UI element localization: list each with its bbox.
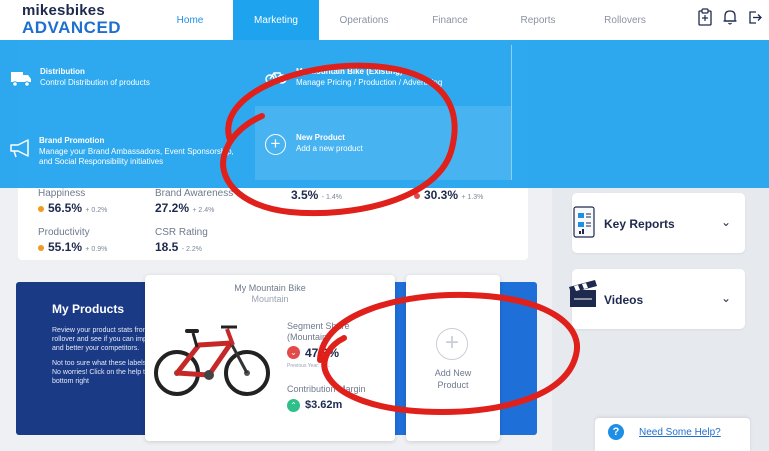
- logo[interactable]: mikesbikes ADVANCED: [22, 3, 121, 36]
- up-arrow-icon: ⌃: [287, 399, 300, 412]
- bike-icon: [265, 72, 287, 84]
- status-dot: [38, 244, 44, 251]
- segment-share-value: 47.3%: [305, 346, 340, 360]
- stat-change: - 2.2%: [181, 246, 202, 253]
- existing-product-title: My Mountain Bike (Existing): [296, 67, 403, 76]
- stat-change: - 1.4%: [321, 194, 342, 201]
- product-card[interactable]: My Mountain Bike Mountain Segment Share …: [145, 275, 395, 441]
- distribution-desc: Control Distribution of products: [40, 78, 150, 87]
- menu-item-brand-promotion[interactable]: Brand Promotion Manage your Brand Ambass…: [8, 136, 248, 167]
- product-name: My Mountain Bike: [234, 283, 306, 293]
- brand-promotion-desc-2: and Social Responsibility initiatives: [39, 157, 164, 166]
- key-reports-card[interactable]: Key Reports ⌄: [572, 193, 745, 253]
- top-bar: mikesbikes ADVANCED Home Marketing Opera…: [0, 0, 769, 40]
- stat-happiness: Happiness 56.5% + 0.2%: [38, 188, 107, 215]
- existing-product-desc: Manage Pricing / Production / Advertisin…: [296, 78, 443, 87]
- menu-item-existing-product[interactable]: My Mountain Bike (Existing) Manage Prici…: [265, 67, 505, 88]
- add-new-line2: Product: [437, 380, 469, 390]
- videos-card[interactable]: Videos ⌄: [569, 269, 745, 329]
- brand-promotion-desc-1: Manage your Brand Ambassadors, Event Spo…: [39, 147, 234, 156]
- bike-image: [154, 325, 270, 396]
- stat-label: Productivity: [38, 227, 90, 238]
- logo-line1: mikesbikes: [22, 2, 105, 19]
- help-link[interactable]: Need Some Help?: [639, 427, 721, 438]
- stat-csr-rating: CSR Rating 18.5 - 2.2%: [155, 227, 208, 254]
- segment-share-label: Segment Share (Mountain): [287, 321, 350, 343]
- stat-value: 56.5%: [48, 201, 83, 215]
- megaphone-icon: [10, 139, 29, 158]
- nav-marketing[interactable]: Marketing: [233, 0, 319, 40]
- add-new-product-card[interactable]: + Add New Product: [406, 275, 500, 441]
- stat-metric-a: 3.5% - 1.4%: [291, 186, 342, 202]
- stat-change: + 0.2%: [85, 207, 108, 214]
- nav-finance[interactable]: Finance: [420, 0, 480, 40]
- stat-label: Happiness: [38, 188, 86, 199]
- menu-item-new-product[interactable]: + New Product Add a new product: [265, 133, 505, 155]
- add-new-product-label: Add New Product: [406, 367, 500, 391]
- plus-circle-icon: +: [265, 134, 286, 155]
- truck-icon: [11, 72, 31, 87]
- videos-label: Videos: [604, 293, 644, 307]
- stat-change: + 2.4%: [192, 207, 215, 214]
- logout-icon[interactable]: [747, 8, 763, 26]
- stat-label: Brand Awareness: [155, 188, 234, 199]
- distribution-title: Distribution: [40, 67, 85, 76]
- stat-productivity: Productivity 55.1% + 0.9%: [38, 227, 107, 254]
- down-arrow-icon: ⌄: [287, 346, 300, 359]
- stat-value: 27.2%: [155, 201, 190, 215]
- add-new-line1: Add New: [434, 368, 472, 378]
- new-product-desc: Add a new product: [296, 144, 363, 153]
- key-reports-label: Key Reports: [604, 217, 675, 231]
- stat-metric-b: 30.3% + 1.3%: [414, 186, 483, 202]
- menu-item-distribution[interactable]: Distribution Control Distribution of pro…: [10, 67, 230, 88]
- stat-value: 3.5%: [291, 188, 319, 202]
- bell-icon[interactable]: [722, 8, 738, 26]
- status-dot: [38, 205, 44, 212]
- contribution-margin-label: Contribution Margin: [287, 384, 366, 394]
- segment-share-label-line1: Segment Share: [287, 321, 350, 331]
- chevron-down-icon[interactable]: ⌄: [721, 291, 731, 305]
- chevron-down-icon[interactable]: ⌄: [721, 215, 731, 229]
- contribution-margin-value: $3.62m: [305, 399, 343, 411]
- stat-value: 55.1%: [48, 240, 83, 254]
- nav-rollovers[interactable]: Rollovers: [592, 0, 658, 40]
- stat-value: 18.5: [155, 240, 179, 254]
- nav-operations[interactable]: Operations: [330, 0, 398, 40]
- previous-year-text: Previous Year: 50...: [287, 363, 331, 369]
- nav-home[interactable]: Home: [160, 0, 220, 40]
- new-product-title: New Product: [296, 133, 345, 142]
- segment-share-label-line2: (Mountain): [287, 332, 331, 342]
- stat-change: + 0.9%: [85, 246, 108, 253]
- menu-divider: [511, 45, 512, 180]
- nav-reports[interactable]: Reports: [510, 0, 566, 40]
- brand-promotion-title: Brand Promotion: [39, 136, 105, 145]
- stat-change: + 1.3%: [461, 194, 484, 201]
- status-dot: [414, 192, 420, 199]
- stat-brand-awareness: Brand Awareness 27.2% + 2.4%: [155, 188, 233, 215]
- question-icon: ?: [608, 424, 624, 440]
- plus-icon: +: [436, 328, 468, 360]
- clapperboard-icon: [569, 280, 597, 307]
- product-segment: Mountain: [251, 294, 289, 304]
- logo-line2: ADVANCED: [22, 18, 122, 37]
- stat-label: CSR Rating: [155, 227, 208, 238]
- help-tab[interactable]: ? Need Some Help?: [595, 418, 750, 451]
- report-icon: [573, 206, 595, 238]
- clipboard-icon[interactable]: [697, 8, 713, 26]
- stat-value: 30.3%: [424, 188, 459, 202]
